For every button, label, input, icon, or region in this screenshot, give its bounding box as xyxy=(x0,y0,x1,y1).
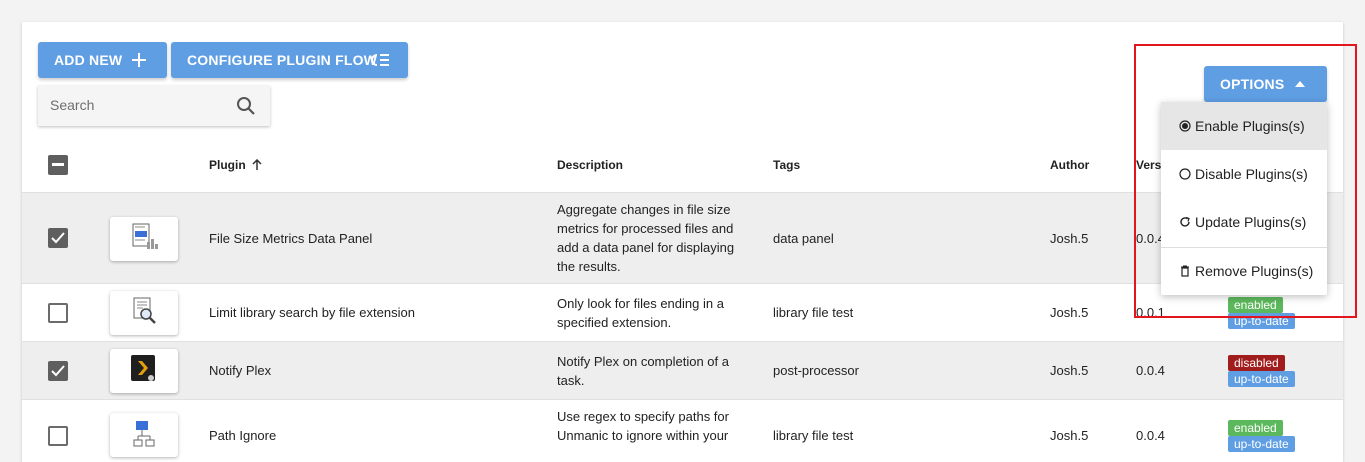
configure-flow-label: CONFIGURE PLUGIN FLOW xyxy=(187,52,378,68)
status-badge: disabled xyxy=(1228,355,1285,371)
plugin-thumbnail xyxy=(110,291,178,335)
plugin-version: 0.0.4 xyxy=(1136,428,1165,443)
plugin-thumbnail xyxy=(110,349,178,393)
plugin-description: Use regex to specify paths for Unmanic t… xyxy=(557,409,729,443)
plugin-thumbnail xyxy=(110,413,178,457)
plugin-tags: library file test xyxy=(773,428,854,443)
search-icon[interactable] xyxy=(236,96,256,121)
configure-plugin-flow-button[interactable]: CONFIGURE PLUGIN FLOW xyxy=(171,42,408,78)
sort-arrow-up-icon xyxy=(252,158,262,174)
status-badge: up-to-date xyxy=(1228,371,1295,387)
plugin-name: File Size Metrics Data Panel xyxy=(209,231,373,246)
plugin-name: Path Ignore xyxy=(209,428,277,443)
plugin-description: Only look for files ending in a specifie… xyxy=(557,296,724,330)
row-checkbox[interactable] xyxy=(48,228,68,248)
plex-logo-icon xyxy=(131,354,157,388)
add-new-label: ADD NEW xyxy=(54,52,123,68)
plugin-version: 0.0.4 xyxy=(1136,363,1165,378)
plugin-description: Notify Plex on completion of a task. xyxy=(557,354,729,388)
search-box[interactable]: Search xyxy=(38,86,270,126)
plugin-author: Josh.5 xyxy=(1050,363,1089,378)
search-input[interactable]: Search xyxy=(50,97,94,113)
select-all-checkbox[interactable] xyxy=(48,155,68,175)
plugin-name: Notify Plex xyxy=(209,363,272,378)
plugin-author: Josh.5 xyxy=(1050,428,1089,443)
plugin-author: Josh.5 xyxy=(1050,231,1089,246)
chart-document-icon xyxy=(129,222,159,257)
plugin-author: Josh.5 xyxy=(1050,305,1089,320)
column-header-description[interactable]: Description xyxy=(557,158,623,172)
plugin-tags: data panel xyxy=(773,231,834,246)
file-search-icon xyxy=(129,296,159,331)
column-header-tags[interactable]: Tags xyxy=(773,158,800,172)
row-checkbox[interactable] xyxy=(48,426,68,446)
plus-icon xyxy=(130,51,148,69)
plugin-thumbnail xyxy=(110,217,178,261)
plugin-description: Aggregate changes in file size metrics f… xyxy=(557,202,735,274)
add-new-button[interactable]: ADD NEW xyxy=(38,42,167,78)
column-header-plugin[interactable]: Plugin xyxy=(209,158,262,174)
row-checkbox[interactable] xyxy=(48,303,68,323)
plugin-name: Limit library search by file extension xyxy=(209,305,415,320)
flow-icon xyxy=(369,51,391,69)
folder-tree-icon xyxy=(130,419,158,452)
plugin-tags: post-processor xyxy=(773,363,859,378)
plugin-tags: library file test xyxy=(773,305,854,320)
highlight-annotation-box xyxy=(1134,44,1357,318)
row-checkbox[interactable] xyxy=(48,361,68,381)
status-badge: up-to-date xyxy=(1228,436,1295,452)
column-header-author[interactable]: Author xyxy=(1050,158,1089,172)
status-badge: enabled xyxy=(1228,420,1283,436)
